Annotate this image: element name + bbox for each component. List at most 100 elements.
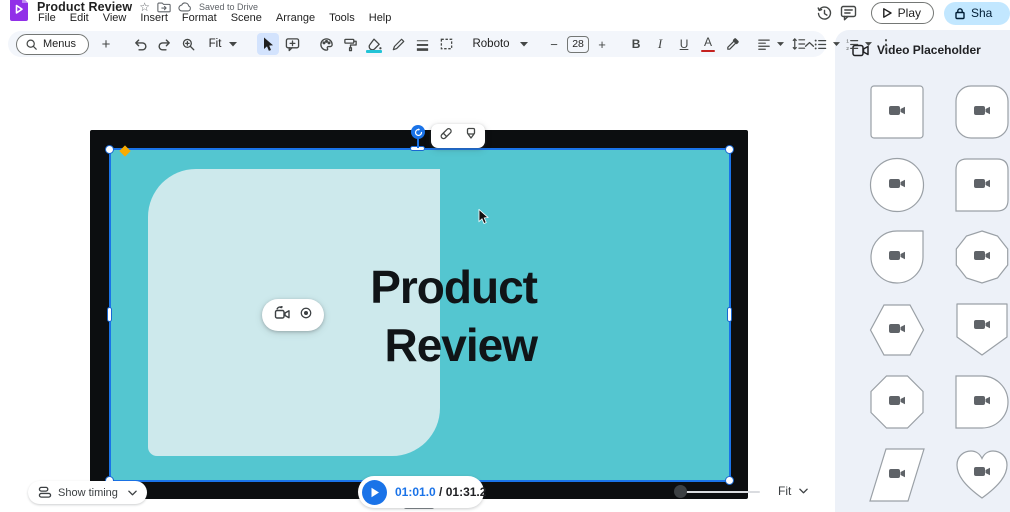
current-time: 01:01.0 (395, 485, 436, 499)
version-history-icon[interactable] (813, 1, 837, 25)
menu-view[interactable]: View (103, 12, 127, 24)
menu-edit[interactable]: Edit (70, 12, 89, 24)
selection-handle-top-right[interactable] (725, 145, 734, 154)
placeholder-shape-square[interactable] (869, 84, 925, 140)
selection-handle-bottom-right[interactable] (725, 476, 734, 485)
placeholder-shape-parallelogram[interactable] (869, 447, 925, 503)
comment-icon[interactable] (837, 1, 861, 25)
zoom-fit-label: Fit (778, 484, 792, 498)
bold-button[interactable]: B (625, 33, 647, 55)
svg-text:1: 1 (846, 38, 849, 44)
record-icon[interactable] (299, 306, 313, 325)
main-toolbar: Menus + Fit Roboto − 28 + B I U A 1 2 ⋮ (8, 31, 893, 57)
mouse-cursor (478, 208, 489, 230)
save-status: Saved to Drive (198, 2, 258, 12)
border-weight-icon[interactable] (411, 33, 433, 55)
underline-button[interactable]: U (673, 33, 695, 55)
placeholder-shape-banner[interactable] (954, 302, 1010, 358)
show-timing-label: Show timing (58, 486, 118, 499)
chevron-down-icon (519, 41, 528, 47)
zoom-slider-track[interactable] (676, 490, 760, 493)
placeholder-shape-hexagon[interactable] (869, 302, 925, 358)
eraser-icon[interactable] (438, 125, 454, 147)
total-time: 01:31.2 (445, 485, 487, 499)
svg-text:2: 2 (846, 46, 849, 51)
playback-pill: 01:01.0 / 01:31.2 (358, 476, 486, 508)
star-icon[interactable]: ☆ (139, 1, 150, 13)
menus-pill-label: Menus (43, 38, 77, 50)
placeholder-shape-d[interactable] (954, 374, 1010, 430)
align-select[interactable] (755, 33, 785, 55)
font-size-field[interactable]: 28 (567, 33, 590, 55)
topbar-right: Play Sha (813, 0, 1010, 26)
italic-button[interactable]: I (649, 33, 671, 55)
font-size-increase-button[interactable]: + (591, 33, 613, 55)
chevron-down-icon (229, 41, 238, 47)
text-color-button[interactable]: A (697, 33, 719, 55)
selection-handle-right[interactable] (727, 307, 732, 322)
text-color-swatch (701, 49, 716, 52)
topbar: Product Review ☆ Saved to Drive File Edi… (0, 0, 1010, 28)
placeholder-shape-decagon[interactable] (954, 229, 1010, 285)
time-display: 01:01.0 / 01:31.2 (395, 485, 486, 499)
pin-icon[interactable] (464, 126, 478, 146)
menu-tools[interactable]: Tools (329, 12, 355, 24)
font-size-decrease-button[interactable]: − (543, 33, 565, 55)
fill-color-swatch (366, 50, 383, 53)
placeholder-shape-teardrop[interactable] (869, 229, 925, 285)
placeholder-shape-heart[interactable] (954, 447, 1010, 503)
menu-format[interactable]: Format (182, 12, 217, 24)
font-family-label: Roboto (472, 38, 510, 50)
menu-bar: File Edit View Insert Format Scene Arran… (38, 12, 391, 24)
slide-title-text[interactable]: Product Review (370, 258, 538, 374)
play-button[interactable]: Play (870, 2, 934, 24)
google-vids-app: Product Review Product Review ☆ Saved to… (0, 0, 1010, 512)
search-icon (26, 39, 37, 50)
font-family-select[interactable]: Roboto (469, 33, 531, 55)
select-tool-button[interactable] (257, 33, 280, 55)
placeholder-shape-circle[interactable] (869, 157, 925, 213)
border-color-icon[interactable] (387, 33, 409, 55)
selection-handle-left[interactable] (107, 307, 112, 322)
palette-icon[interactable] (315, 33, 337, 55)
replace-video-icon[interactable] (274, 304, 291, 325)
add-comment-button[interactable] (281, 33, 303, 55)
placeholder-action-pill[interactable] (262, 299, 324, 331)
placeholder-shape-rounded-square-sharp-corner[interactable] (954, 157, 1010, 213)
menu-insert[interactable]: Insert (140, 12, 168, 24)
menu-file[interactable]: File (38, 12, 56, 24)
zoom-fit-label: Fit (208, 38, 222, 50)
undo-button[interactable] (129, 33, 151, 55)
placeholder-shape-octagon[interactable] (869, 374, 925, 430)
zoom-slider-thumb[interactable] (674, 485, 687, 498)
show-timing-button[interactable]: Show timing (28, 481, 147, 504)
highlight-color-icon[interactable] (721, 33, 743, 55)
numbered-list-select[interactable]: 1 2 (843, 33, 873, 55)
fill-color-icon[interactable] (363, 33, 385, 55)
zoom-fit-select[interactable]: Fit (201, 33, 245, 55)
redo-button[interactable] (153, 33, 175, 55)
zoom-icon[interactable] (177, 33, 199, 55)
zoom-fit-select-bottom[interactable]: Fit (778, 484, 809, 498)
timing-icon (38, 486, 52, 498)
cloud-saved-icon (178, 2, 192, 12)
chevron-down-icon (776, 41, 784, 47)
add-scene-button[interactable]: + (95, 33, 117, 55)
menu-arrange[interactable]: Arrange (276, 12, 315, 24)
border-dash-icon[interactable] (435, 33, 457, 55)
menus-search-pill[interactable]: Menus (16, 33, 90, 55)
rotation-handle[interactable] (411, 125, 425, 139)
slide-title-line1: Product (370, 261, 538, 313)
format-paint-icon[interactable] (339, 33, 361, 55)
share-button[interactable]: Sha (944, 1, 1010, 25)
playback-play-button[interactable] (362, 479, 387, 505)
placeholder-shape-rounded-square[interactable] (954, 84, 1010, 140)
more-options-button[interactable]: ⋮ (875, 33, 897, 55)
selection-handle-top-left[interactable] (105, 145, 114, 154)
menu-help[interactable]: Help (369, 12, 392, 24)
chevron-down-icon (832, 41, 840, 47)
vids-logo[interactable] (10, 0, 28, 21)
menu-scene[interactable]: Scene (231, 12, 262, 24)
editor-canvas[interactable]: Product Review (0, 58, 835, 512)
collapse-toolbar-button[interactable] (798, 33, 820, 55)
